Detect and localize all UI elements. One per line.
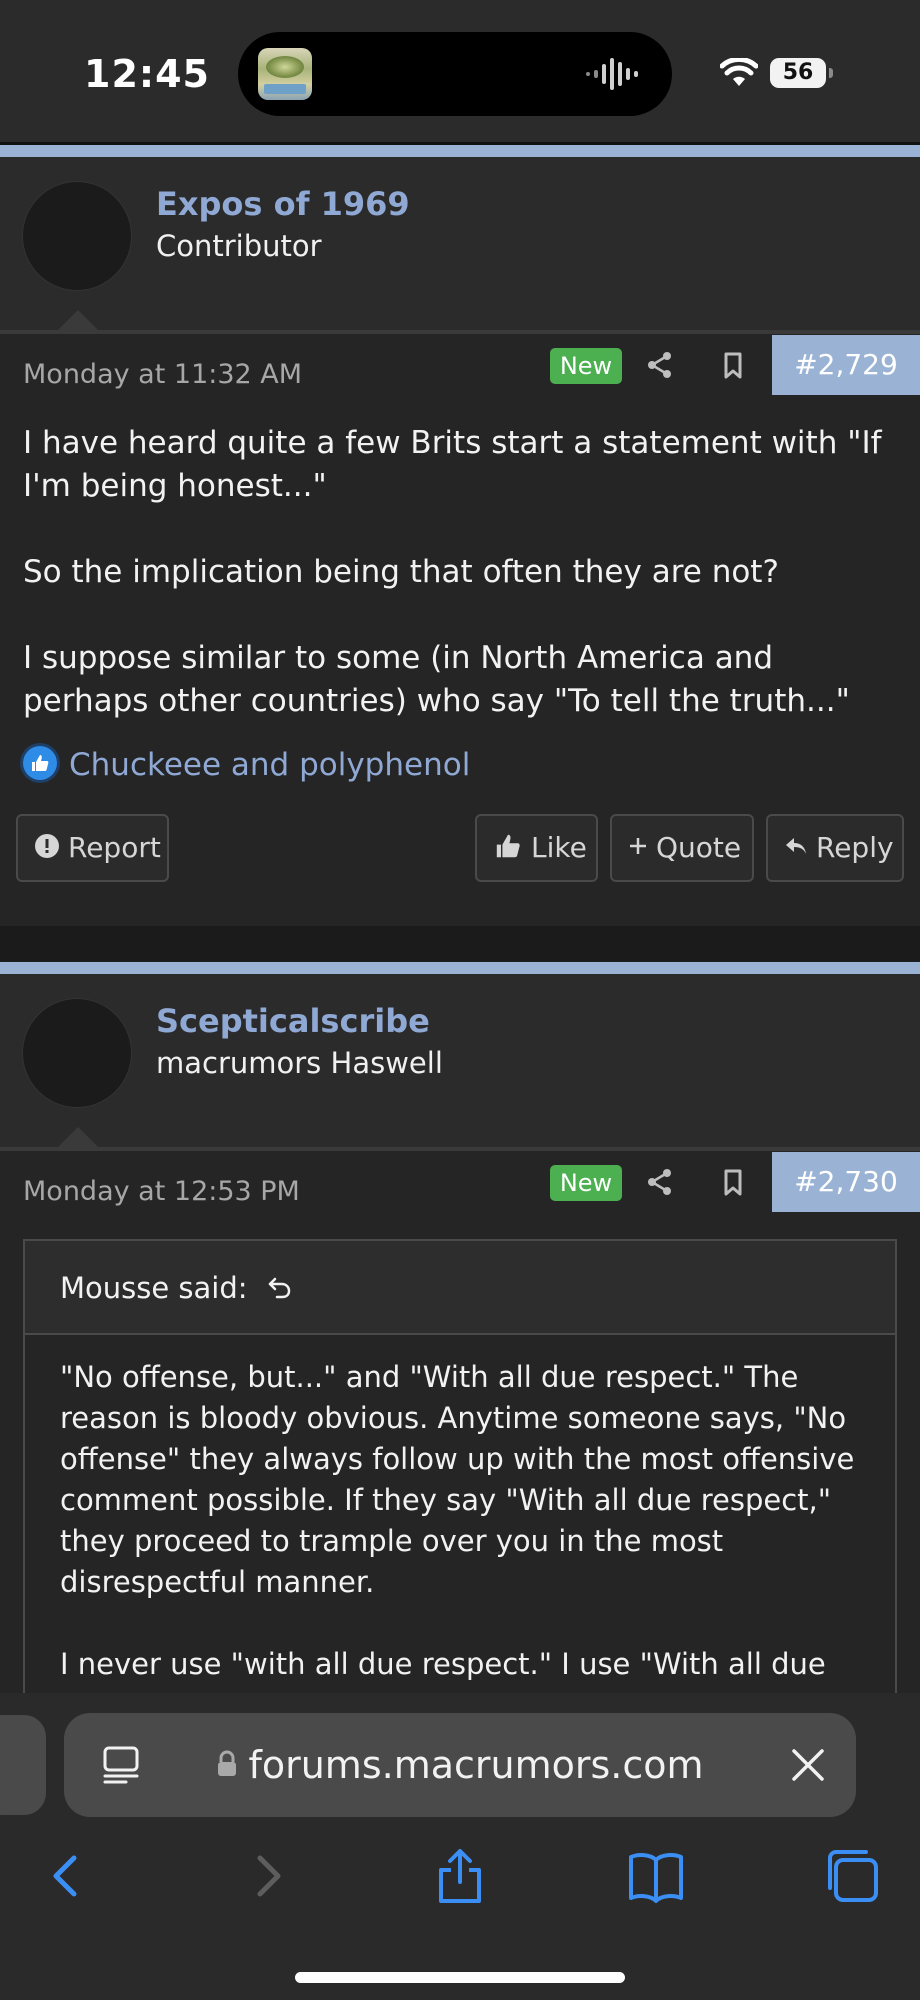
quote-paragraph: I never use "with all due respect." I us…	[60, 1647, 826, 1681]
jump-to-quote-icon[interactable]	[267, 1274, 293, 1300]
avatar[interactable]	[22, 181, 132, 291]
share-icon[interactable]	[643, 1165, 677, 1199]
forward-icon	[257, 1855, 281, 1897]
bookmarks-icon[interactable]	[626, 1846, 686, 1906]
post-2729: Expos of 1969 Contributor Monday at 11:3…	[0, 145, 920, 961]
quote-button[interactable]: Quote	[610, 814, 754, 882]
dynamic-island[interactable]	[238, 32, 672, 116]
home-indicator[interactable]	[295, 1972, 625, 1983]
post-paragraph: I suppose similar to some (in North Amer…	[23, 640, 850, 719]
close-icon[interactable]	[790, 1747, 826, 1783]
post-paragraph: I have heard quite a few Brits start a s…	[23, 425, 882, 504]
share-icon[interactable]	[643, 348, 677, 382]
post-separator	[0, 926, 920, 961]
reply-button[interactable]: Reply	[766, 814, 904, 882]
quote-block: Mousse said: "No offense, but..." and "W…	[23, 1239, 897, 1699]
new-badge: New	[550, 348, 622, 384]
author-name[interactable]: Expos of 1969	[156, 185, 410, 223]
new-badge: New	[550, 1165, 622, 1201]
post-header	[0, 157, 920, 332]
wifi-icon	[720, 58, 758, 86]
reply-label: Reply	[816, 831, 894, 864]
status-time: 12:45	[84, 52, 210, 96]
thumbs-up-icon	[496, 834, 520, 858]
divider	[0, 1147, 920, 1151]
quote-paragraph: "No offense, but..." and "With all due r…	[60, 1360, 855, 1599]
post-date[interactable]: Monday at 11:32 AM	[23, 359, 302, 390]
post-number[interactable]: #2,729	[772, 335, 920, 395]
report-button[interactable]: Report	[16, 814, 169, 882]
plus-icon	[630, 838, 646, 854]
quote-header[interactable]: Mousse said:	[25, 1241, 895, 1335]
tabs-icon[interactable]	[822, 1846, 882, 1906]
bookmark-icon[interactable]	[716, 1165, 750, 1199]
avatar[interactable]	[22, 998, 132, 1108]
post-date[interactable]: Monday at 12:53 PM	[23, 1176, 300, 1207]
alert-icon	[35, 834, 59, 858]
author-title: Contributor	[156, 229, 322, 263]
like-label: Like	[531, 831, 587, 864]
reactions[interactable]: Chuckeee and polyphenol	[23, 745, 470, 784]
previous-tab-peek[interactable]	[0, 1715, 46, 1815]
reactions-text[interactable]: Chuckeee and polyphenol	[69, 747, 470, 783]
avatar-pointer	[57, 1127, 99, 1148]
quote-author[interactable]: Mousse said:	[60, 1271, 248, 1305]
lock-icon	[218, 1750, 237, 1776]
like-reaction-icon	[23, 745, 57, 780]
post-body: I have heard quite a few Brits start a s…	[23, 422, 897, 723]
post-header	[0, 974, 920, 1149]
now-playing-artwork[interactable]	[258, 48, 312, 100]
back-icon[interactable]	[38, 1846, 98, 1906]
like-button[interactable]: Like	[475, 814, 598, 882]
bookmark-icon[interactable]	[716, 348, 750, 382]
url-display[interactable]: forums.macrumors.com	[64, 1713, 856, 1817]
author-name[interactable]: Scepticalscribe	[156, 1002, 430, 1040]
quote-label: Quote	[656, 831, 742, 864]
report-label: Report	[68, 831, 161, 864]
author-title: macrumors Haswell	[156, 1046, 443, 1080]
quote-body: "No offense, but..." and "With all due r…	[25, 1335, 895, 1685]
divider	[0, 330, 920, 334]
address-bar[interactable]: forums.macrumors.com	[64, 1713, 856, 1817]
avatar-pointer	[57, 310, 99, 331]
post-accent-bar	[0, 962, 920, 974]
url-text: forums.macrumors.com	[248, 1743, 704, 1787]
reply-icon	[786, 838, 806, 854]
browser-toolbar: forums.macrumors.com	[0, 1693, 920, 2000]
post-number[interactable]: #2,730	[772, 1152, 920, 1212]
status-bar: 12:45 56	[0, 0, 920, 142]
audio-waveform-icon	[586, 58, 638, 90]
post-paragraph: So the implication being that often they…	[23, 554, 779, 590]
post-accent-bar	[0, 145, 920, 157]
share-icon[interactable]	[430, 1846, 490, 1906]
battery-icon: 56	[770, 58, 833, 88]
post-2730: Scepticalscribe macrumors Haswell Monday…	[0, 962, 920, 1699]
